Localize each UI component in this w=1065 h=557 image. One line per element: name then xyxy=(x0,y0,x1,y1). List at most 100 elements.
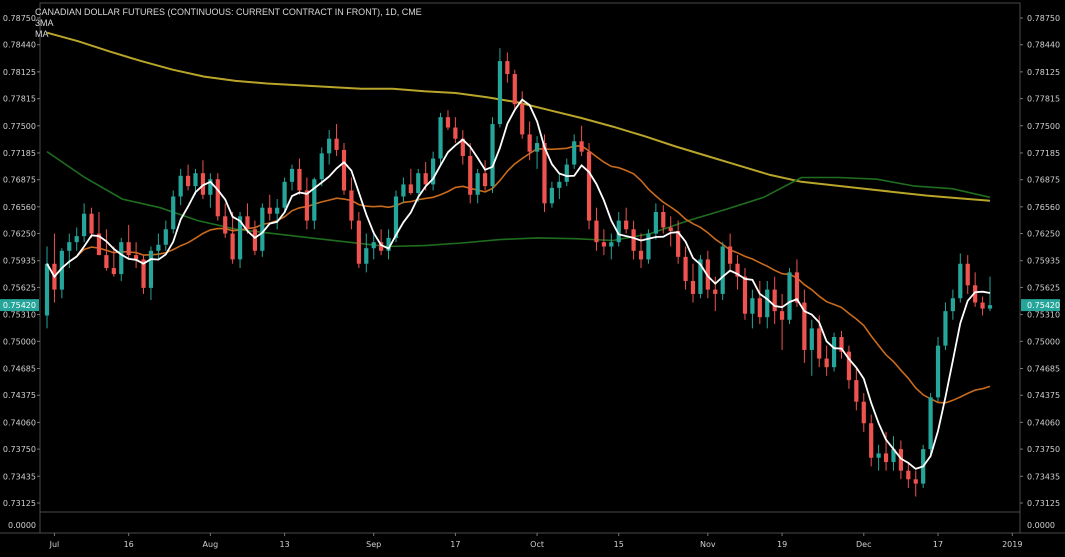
candle-body xyxy=(668,227,673,231)
candle-body xyxy=(445,117,451,128)
ma-legend-slow: MA xyxy=(35,29,49,39)
candle-body xyxy=(260,207,265,251)
candle-body xyxy=(601,242,606,247)
candle-body xyxy=(408,184,413,194)
candle-body xyxy=(178,175,183,197)
chart-background xyxy=(0,0,1065,552)
candle-body xyxy=(624,220,629,230)
candle-body xyxy=(572,141,577,165)
candle-body xyxy=(817,328,822,359)
y-tick-label-left: 0.73750 xyxy=(3,445,36,454)
candle-body xyxy=(965,263,970,286)
y-tick-label-left: 0.77815 xyxy=(3,95,36,104)
last-price-label-left: 0.75420 xyxy=(3,301,36,310)
y-tick-label-right: 0.73125 xyxy=(1027,499,1060,508)
y-tick-label-right: 0.77185 xyxy=(1027,149,1060,158)
candle-body xyxy=(906,470,911,480)
chart-area[interactable]: 0.78750 0.78750 0.78440 0.78440 0.78125 0.781… xyxy=(0,0,1065,552)
x-tick-label: 13 xyxy=(280,540,290,549)
candle-body xyxy=(638,250,644,260)
candle-body xyxy=(787,272,792,320)
candle-body xyxy=(245,216,250,230)
candle-body xyxy=(334,138,339,150)
candle-body xyxy=(223,216,228,234)
candle-body xyxy=(958,263,963,299)
y-tick-label-left: 0.77500 xyxy=(3,122,36,131)
lower-pane-label-left: 0.0000 xyxy=(8,521,36,530)
y-tick-label-right: 0.78440 xyxy=(1027,41,1060,50)
y-tick-label-left: 0.75310 xyxy=(3,311,36,320)
candle-body xyxy=(319,153,324,180)
candle-body xyxy=(468,155,473,195)
y-tick-label-right: 0.77815 xyxy=(1027,95,1060,104)
lower-pane-label-right: 0.0000 xyxy=(1027,521,1055,530)
candle-body xyxy=(304,190,309,221)
candle-body xyxy=(757,298,762,318)
y-tick-label-left: 0.78125 xyxy=(3,68,36,77)
candle-body xyxy=(349,190,354,221)
candle-body xyxy=(111,268,116,275)
candle-body xyxy=(527,134,532,152)
y-tick-label-right: 0.75935 xyxy=(1027,257,1060,266)
candle-body xyxy=(297,168,302,191)
y-tick-label-right: 0.76560 xyxy=(1027,203,1060,212)
y-tick-label-right: 0.78750 xyxy=(1027,14,1060,23)
candle-body xyxy=(512,74,517,105)
y-tick-label-left: 0.75625 xyxy=(3,283,36,292)
chart-title: CANADIAN DOLLAR FUTURES (CONTINUOUS: CUR… xyxy=(35,7,422,17)
candle-body xyxy=(364,248,369,264)
x-tick-label: Sep xyxy=(366,540,381,549)
candle-body xyxy=(586,151,592,221)
candle-body xyxy=(876,453,881,458)
candle-body xyxy=(713,289,718,294)
candle-body xyxy=(475,173,480,195)
y-tick-label-left: 0.73435 xyxy=(3,472,36,481)
y-tick-label-left: 0.74685 xyxy=(3,364,36,373)
y-tick-label-right: 0.74375 xyxy=(1027,391,1060,400)
candle-body xyxy=(423,173,428,185)
y-tick-label-left: 0.73125 xyxy=(3,499,36,508)
candle-body xyxy=(289,168,295,182)
candle-body xyxy=(520,104,525,135)
candle-body xyxy=(148,250,154,288)
candle-body xyxy=(89,213,94,234)
candle-body xyxy=(275,207,280,214)
candle-body xyxy=(549,187,555,204)
y-tick-label-right: 0.77500 xyxy=(1027,122,1060,131)
candle-body xyxy=(67,242,72,251)
candle-body xyxy=(720,246,725,294)
x-tick-label: 2019 xyxy=(1002,540,1022,549)
x-tick-label: Aug xyxy=(203,540,219,549)
y-tick-label-right: 0.73750 xyxy=(1027,445,1060,454)
candle-body xyxy=(156,244,161,251)
candle-body xyxy=(438,117,443,159)
x-tick-label: 15 xyxy=(614,540,624,549)
candle-body xyxy=(980,302,985,309)
candle-body xyxy=(883,453,889,463)
candle-body xyxy=(252,229,258,251)
candle-body xyxy=(594,220,599,243)
x-tick-label: Dec xyxy=(856,540,871,549)
y-tick-label-right: 0.75000 xyxy=(1027,337,1060,346)
candle-body xyxy=(482,173,488,187)
candle-body xyxy=(772,289,777,312)
last-price-label-right: 0.75420 xyxy=(1027,301,1060,310)
candle-body xyxy=(171,196,176,230)
candlestick-chart: 0.78750 0.78750 0.78440 0.78440 0.78125 0.781… xyxy=(0,0,1065,552)
y-tick-label-left: 0.76560 xyxy=(3,203,36,212)
y-tick-label-left: 0.75000 xyxy=(3,337,36,346)
candle-body xyxy=(683,256,688,281)
x-tick-label: 17 xyxy=(450,540,460,549)
y-tick-label-left: 0.76875 xyxy=(3,176,36,185)
candle-body xyxy=(913,479,918,484)
x-tick-label: Oct xyxy=(530,540,544,549)
candle-body xyxy=(497,61,503,125)
candle-body xyxy=(416,173,421,194)
candle-body xyxy=(854,380,859,402)
x-tick-label: Nov xyxy=(700,540,716,549)
candle-body xyxy=(505,61,510,75)
candle-body xyxy=(119,242,124,275)
candle-body xyxy=(490,124,495,187)
candle-body xyxy=(453,127,458,139)
x-tick-label: 17 xyxy=(933,540,943,549)
